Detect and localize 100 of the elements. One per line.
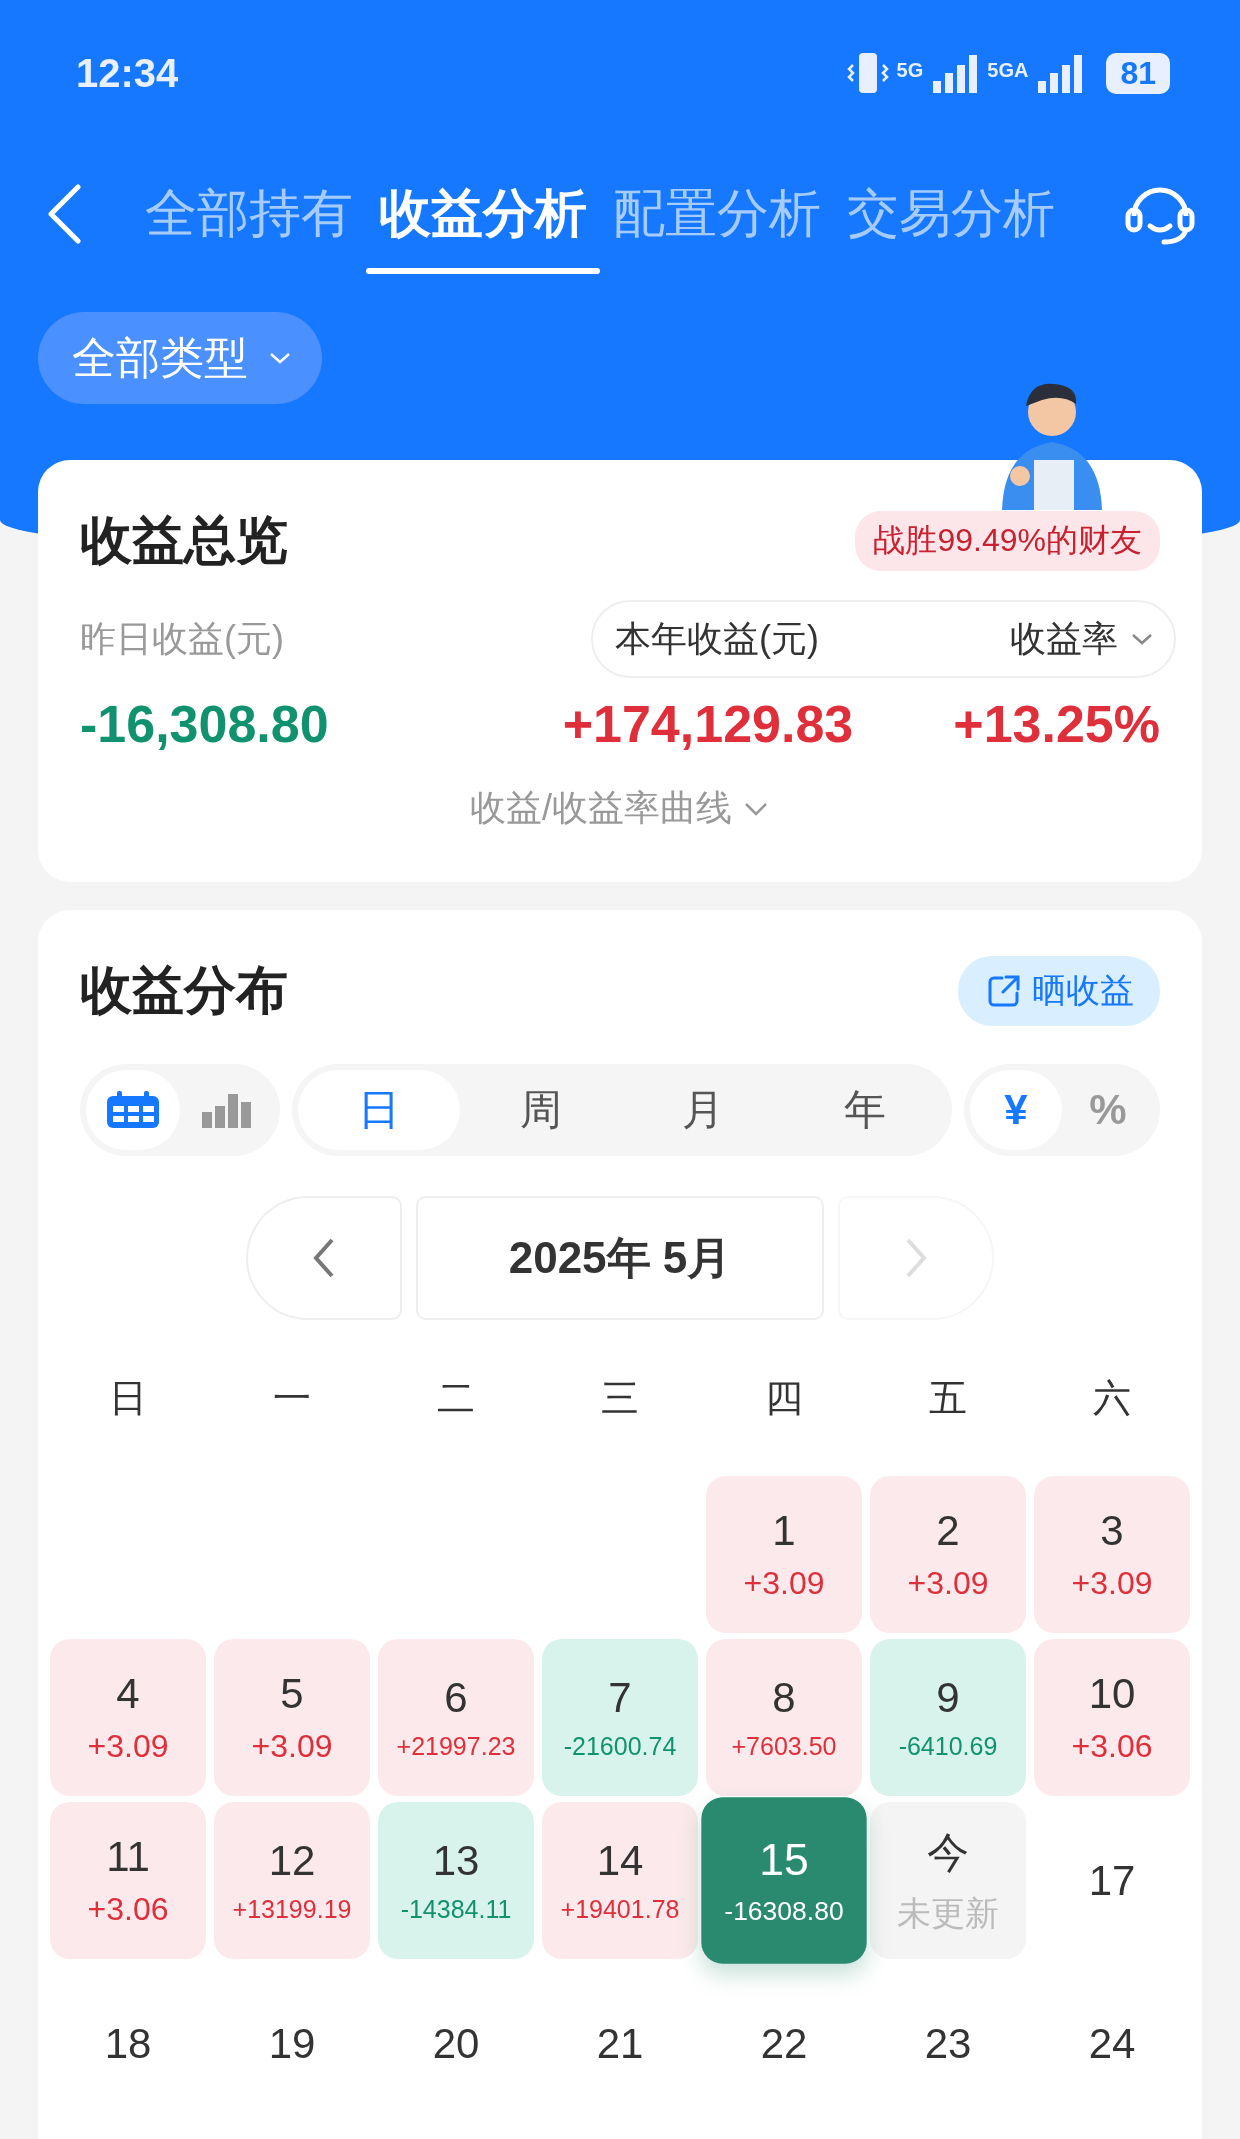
calendar-day[interactable]: 13 -14384.11 — [378, 1802, 534, 1959]
vibrate-icon — [846, 51, 889, 95]
day-number: 4 — [116, 1670, 140, 1718]
period-tab[interactable]: 日 — [298, 1070, 460, 1150]
day-number: 13 — [432, 1837, 480, 1885]
calendar-day[interactable]: 21 — [542, 1965, 698, 2122]
chevron-down-icon — [268, 350, 292, 366]
weekday-label: 六 — [1092, 1376, 1132, 1421]
day-number: 15 — [759, 1834, 809, 1886]
network-label: 5G — [896, 59, 924, 82]
day-return: 未更新 — [897, 1892, 999, 1934]
day-number: 18 — [104, 2019, 152, 2068]
day-return: -6410.69 — [898, 1732, 998, 1761]
calendar-day[interactable]: 14 +19401.78 — [542, 1802, 698, 1959]
calendar-day[interactable]: 9 -6410.69 — [870, 1639, 1026, 1796]
metric-selector[interactable]: 本年收益(元) 收益率 — [591, 600, 1176, 678]
calendar-day[interactable]: 24 — [1034, 1965, 1190, 2122]
calendar-day[interactable]: 4 +3.09 — [50, 1639, 206, 1796]
rate-label: 收益率 — [1010, 616, 1118, 661]
day-return: -14384.11 — [400, 1895, 512, 1924]
chevron-down-icon — [1130, 631, 1154, 647]
battery-indicator: 81 — [1106, 52, 1170, 94]
day-return: -16308.80 — [724, 1895, 844, 1927]
rank-badge: 战胜99.49%的财友 — [855, 511, 1160, 571]
day-number: 8 — [772, 1674, 796, 1722]
chevron-left-icon — [312, 1236, 336, 1280]
day-return: +19401.78 — [560, 1895, 680, 1924]
calendar-day[interactable]: 17 — [1034, 1802, 1190, 1959]
day-number: 23 — [924, 2019, 972, 2068]
day-return: +3.06 — [1071, 1728, 1153, 1765]
unit-tab[interactable]: ¥ — [970, 1070, 1062, 1150]
calendar-day[interactable]: 22 — [706, 1965, 862, 2122]
status-time: 12:34 — [76, 50, 179, 96]
rate-value: +13.25% — [953, 694, 1160, 754]
weekday-label: 一 — [272, 1376, 312, 1421]
yesterday-value: -16,308.80 — [80, 694, 330, 754]
day-return: +21997.23 — [396, 1732, 516, 1761]
day-number: 3 — [1100, 1507, 1124, 1555]
day-return: +3.09 — [907, 1565, 989, 1602]
weekday-label: 三 — [600, 1376, 640, 1421]
period-tab[interactable]: 月 — [622, 1070, 784, 1150]
day-number: 5 — [280, 1670, 304, 1718]
calendar-day[interactable]: 10 +3.06 — [1034, 1639, 1190, 1796]
calendar-day[interactable]: 1 +3.09 — [706, 1476, 862, 1633]
calendar-day[interactable]: 15 -16308.80 — [701, 1797, 867, 1964]
calendar-day[interactable]: 11 +3.06 — [50, 1802, 206, 1959]
day-number: 19 — [268, 2019, 316, 2068]
weekday-label: 二 — [436, 1376, 476, 1421]
day-number: 2 — [936, 1507, 960, 1555]
weekday-label: 五 — [928, 1376, 968, 1421]
period-tab[interactable]: 周 — [460, 1070, 622, 1150]
day-number: 9 — [936, 1674, 960, 1722]
period-tab[interactable]: 年 — [784, 1070, 946, 1150]
share-icon — [986, 973, 1022, 1009]
back-icon[interactable] — [46, 184, 82, 244]
weekday-label: 日 — [108, 1376, 148, 1421]
day-return: -21600.74 — [563, 1732, 677, 1761]
day-return: +7603.50 — [731, 1732, 837, 1761]
calendar-day[interactable]: 今 未更新 — [870, 1802, 1026, 1959]
calendar-day[interactable]: 19 — [214, 1965, 370, 2122]
day-return: +3.09 — [1071, 1565, 1153, 1602]
day-number: 20 — [432, 2019, 480, 2068]
calendar-day[interactable]: 2 +3.09 — [870, 1476, 1026, 1633]
day-number: 24 — [1088, 2019, 1136, 2068]
calendar-day[interactable]: 7 -21600.74 — [542, 1639, 698, 1796]
day-number: 17 — [1088, 1856, 1136, 1905]
day-return: +3.09 — [87, 1728, 169, 1765]
day-number: 7 — [608, 1674, 632, 1722]
calendar-icon — [105, 1090, 161, 1130]
network-label: 5GA — [987, 59, 1029, 82]
yesterday-label: 昨日收益(元) — [80, 616, 284, 661]
day-return: +13199.19 — [232, 1895, 352, 1924]
day-return: +3.09 — [743, 1565, 825, 1602]
day-number: 10 — [1088, 1670, 1136, 1718]
calendar-day[interactable]: 8 +7603.50 — [706, 1639, 862, 1796]
signal-icon — [1036, 53, 1085, 93]
day-number: 14 — [596, 1837, 644, 1885]
day-number: 12 — [268, 1837, 316, 1885]
calendar-day[interactable]: 18 — [50, 1965, 206, 2122]
chevron-right-icon — [904, 1236, 928, 1280]
day-number: 今 — [927, 1827, 969, 1878]
bar-chart-icon — [202, 1092, 252, 1128]
calendar-day[interactable]: 12 +13199.19 — [214, 1802, 370, 1959]
day-number: 11 — [106, 1833, 150, 1881]
day-return: +3.06 — [87, 1891, 169, 1928]
calendar-day[interactable]: 3 +3.09 — [1034, 1476, 1190, 1633]
day-number: 21 — [596, 2019, 644, 2068]
day-number: 22 — [760, 2019, 808, 2068]
day-return: +3.09 — [251, 1728, 333, 1765]
calendar-day[interactable]: 20 — [378, 1965, 534, 2122]
weekday-label: 四 — [764, 1376, 804, 1421]
nav-tab[interactable]: 收益分析 — [366, 154, 600, 274]
calendar-day[interactable]: 5 +3.09 — [214, 1639, 370, 1796]
calendar-day[interactable]: 23 — [870, 1965, 1026, 2122]
calendar-view-button[interactable] — [86, 1070, 180, 1150]
signal-icon — [931, 53, 980, 93]
month-label: 2025年 5月 — [416, 1196, 824, 1320]
day-number: 1 — [772, 1507, 796, 1555]
day-number: 6 — [444, 1674, 468, 1722]
calendar-day[interactable]: 6 +21997.23 — [378, 1639, 534, 1796]
